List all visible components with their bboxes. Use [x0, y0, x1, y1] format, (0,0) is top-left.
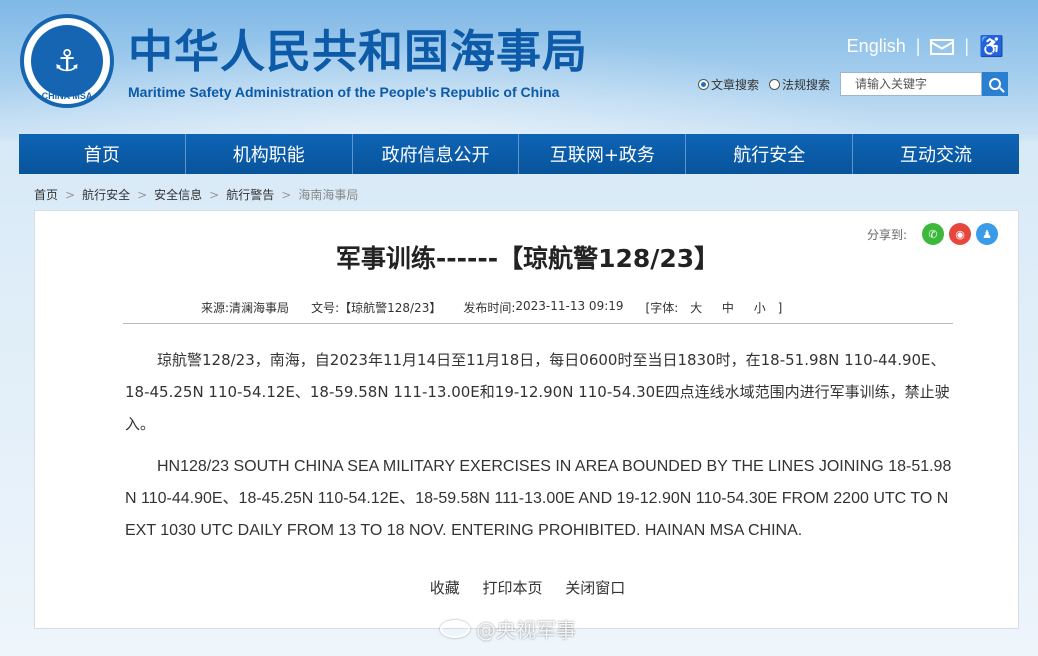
- meta-divider: [123, 323, 953, 324]
- doc-no-label: 文号:: [311, 301, 340, 315]
- font-small-button[interactable]: 小: [754, 301, 766, 315]
- radio-regulation-label: 法规搜索: [782, 77, 831, 92]
- site-subtitle: Maritime Safety Administration of the Pe…: [128, 84, 560, 100]
- nav-item-interaction[interactable]: 互动交流: [853, 134, 1019, 174]
- watermark: @央视军事: [440, 614, 576, 643]
- nav-item-home[interactable]: 首页: [19, 134, 186, 174]
- search-area: 文章搜索 法规搜索: [698, 72, 1009, 96]
- breadcrumb-separator: >: [281, 187, 292, 202]
- search-button[interactable]: [982, 72, 1009, 96]
- publish-time: 2023-11-13 09:19: [515, 299, 624, 313]
- main-nav: 首页 机构职能 政府信息公开 互联网+政务 航行安全 互动交流: [19, 134, 1019, 174]
- font-large-button[interactable]: 大: [690, 301, 702, 315]
- article-meta: 来源: 清澜海事局 文号: 【琼航警128/23】 发布时间: 2023-11-…: [201, 299, 782, 316]
- article-panel: 分享到: ✆ ◉ ♟ 军事训练------【琼航警128/23】 来源: 清澜海…: [34, 210, 1019, 629]
- accessibility-icon[interactable]: ♿: [979, 34, 1004, 59]
- doc-no-value: 【琼航警128/23】: [339, 301, 442, 315]
- mail-icon[interactable]: [930, 38, 955, 55]
- search-icon: [989, 78, 1002, 90]
- radio-dot-selected: [698, 78, 709, 90]
- radio-article-search[interactable]: 文章搜索: [698, 76, 759, 93]
- publish-label: 发布时间:: [463, 301, 516, 315]
- breadcrumb-separator: >: [65, 187, 76, 202]
- site-header: ⚓ CHINA MSA 中华人民共和国海事局 Maritime Safety A…: [0, 0, 1038, 134]
- favorite-link[interactable]: 收藏: [430, 579, 460, 597]
- font-label: [字体:: [645, 301, 679, 315]
- anchor-icon: ⚓: [31, 25, 103, 97]
- font-size-control: [字体: 大 中 小 ]: [646, 299, 783, 316]
- breadcrumb-hainan-msa[interactable]: 海南海事局: [298, 186, 358, 203]
- search-input[interactable]: [840, 72, 983, 96]
- watermark-text: @央视军事: [476, 618, 576, 642]
- font-medium-button[interactable]: 中: [722, 301, 734, 315]
- close-window-link[interactable]: 关闭窗口: [565, 579, 625, 597]
- divider: |: [915, 36, 921, 56]
- nav-item-functions[interactable]: 机构职能: [185, 134, 353, 174]
- site-title: 中华人民共和国海事局: [128, 25, 589, 78]
- nav-item-navigation-safety[interactable]: 航行安全: [686, 134, 854, 174]
- msa-logo[interactable]: ⚓ CHINA MSA: [20, 14, 114, 108]
- breadcrumb: 首页 > 航行安全 > 安全信息 > 航行警告 > 海南海事局: [34, 186, 358, 203]
- breadcrumb-nav-warnings[interactable]: 航行警告: [226, 186, 274, 203]
- article-title: 军事训练------【琼航警128/23】: [335, 244, 720, 273]
- breadcrumb-separator: >: [209, 187, 220, 202]
- nav-item-internet-services[interactable]: 互联网+政务: [519, 134, 687, 174]
- radio-regulation-search[interactable]: 法规搜索: [769, 76, 830, 93]
- font-close: ]: [777, 301, 783, 315]
- breadcrumb-separator: >: [137, 187, 148, 202]
- weibo-watermark-icon: [440, 619, 470, 638]
- source-label: 来源:: [201, 301, 230, 315]
- english-link[interactable]: English: [847, 36, 906, 57]
- nav-item-gov-info[interactable]: 政府信息公开: [352, 134, 520, 174]
- radio-article-label: 文章搜索: [711, 77, 760, 92]
- source-value: 清澜海事局: [229, 301, 290, 315]
- paragraph-english: HN128/23 SOUTH CHINA SEA MILITARY EXERCI…: [125, 458, 952, 539]
- breadcrumb-navigation-safety[interactable]: 航行安全: [82, 186, 130, 203]
- radio-dot: [769, 78, 781, 90]
- breadcrumb-safety-info[interactable]: 安全信息: [154, 186, 202, 203]
- breadcrumb-home[interactable]: 首页: [34, 186, 58, 203]
- divider: |: [964, 36, 970, 56]
- top-links: English | | ♿: [847, 34, 1004, 59]
- paragraph-chinese: 琼航警128/23，南海，自2023年11月14日至11月18日，每日0600时…: [125, 351, 950, 433]
- logo-ring-text: CHINA MSA: [41, 91, 93, 101]
- print-link[interactable]: 打印本页: [482, 579, 542, 597]
- article-actions: 收藏 打印本页 关闭窗口: [35, 577, 1020, 598]
